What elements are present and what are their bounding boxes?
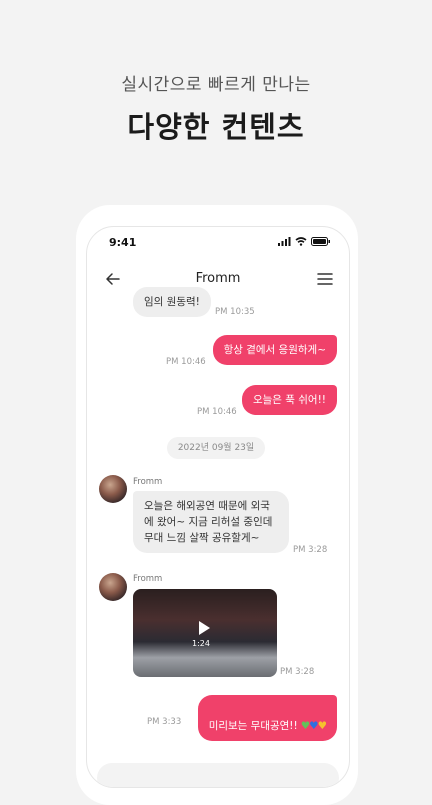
play-icon[interactable] — [199, 621, 210, 635]
incoming-message-bubble: 오늘은 해외공연 때문에 외국 에 왔어~ 지금 리허설 중인데 무대 느낌 살… — [133, 491, 289, 553]
message-time: PM 3:28 — [293, 545, 328, 555]
video-duration: 1:24 — [192, 639, 210, 648]
hamburger-menu-icon[interactable] — [313, 267, 337, 291]
video-message-thumbnail[interactable]: 1:24 — [133, 589, 277, 677]
sender-name: Fromm — [133, 574, 163, 584]
message-text: 미리보는 무대공연!! — [208, 720, 298, 732]
outgoing-message-bubble: 항상 곁에서 응원하게~ — [212, 335, 337, 365]
status-time: 9:41 — [109, 236, 137, 249]
wifi-icon — [295, 237, 307, 246]
status-icons — [278, 237, 331, 246]
promo-title: 다양한 컨텐츠 — [127, 110, 305, 144]
status-bar: 9:41 — [109, 235, 331, 251]
message-time: PM 10:46 — [166, 357, 206, 367]
heart-emoji-icons: ♥♥♥ — [300, 720, 327, 732]
incoming-message-bubble: 임의 원동력! — [133, 287, 211, 317]
message-time: PM 10:35 — [215, 307, 255, 317]
outgoing-message-bubble: 미리보는 무대공연!! ♥♥♥ — [197, 695, 337, 741]
promo-subtitle: 실시간으로 빠르게 만나는 — [121, 75, 311, 95]
avatar[interactable] — [99, 475, 127, 503]
outgoing-message-bubble: 오늘은 푹 쉬어!! — [241, 385, 337, 415]
phone-screen: 9:41 Fromm 임의 원동력! PM 10:35 항상 곁에서 응원하게~… — [86, 226, 350, 788]
date-divider: 2022년 09월 23일 — [167, 437, 265, 459]
message-time: PM 3:33 — [147, 717, 182, 727]
avatar[interactable] — [99, 573, 127, 601]
message-composer[interactable] — [97, 763, 339, 787]
sender-name: Fromm — [133, 477, 163, 487]
chat-title: Fromm — [195, 271, 241, 286]
signal-icon — [278, 237, 291, 246]
chat-header: Fromm — [87, 263, 349, 295]
battery-icon — [311, 237, 330, 246]
message-time: PM 10:46 — [197, 407, 237, 417]
message-time: PM 3:28 — [280, 667, 315, 677]
